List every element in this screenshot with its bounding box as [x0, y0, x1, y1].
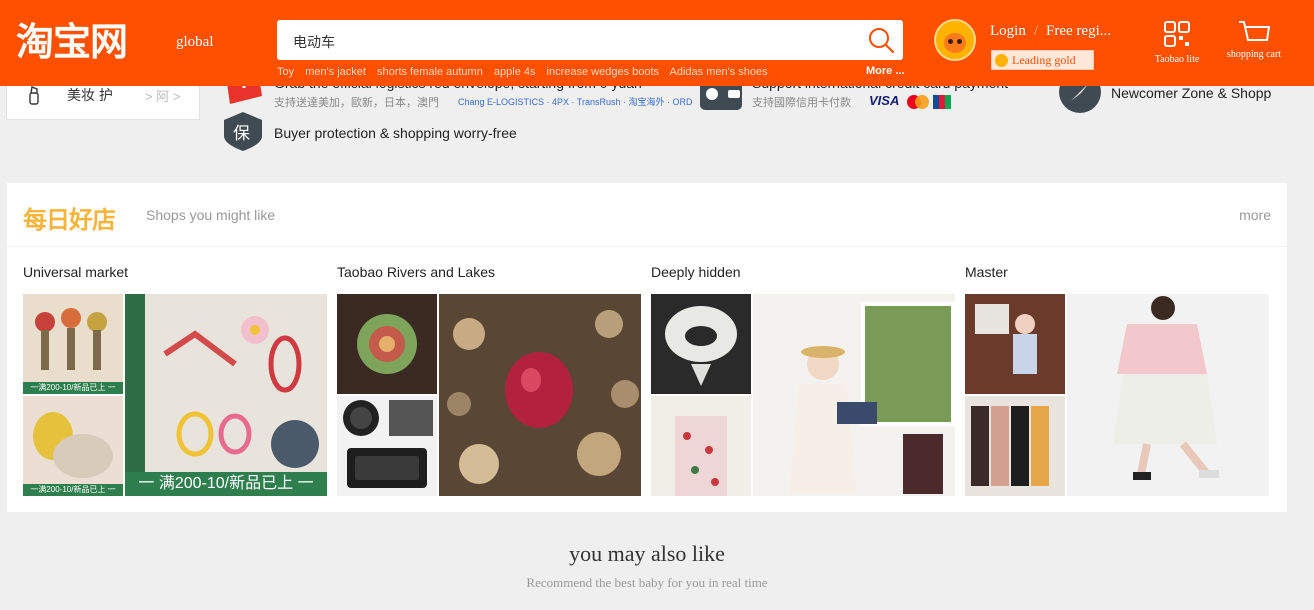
shop-main-image[interactable] [753, 294, 955, 496]
hot-word[interactable]: apple 4s [494, 66, 536, 78]
shop-card[interactable]: Universal market 一满200-10/新品已上 一 一满200-1… [23, 247, 327, 512]
shops-more-link[interactable]: more [1239, 207, 1271, 223]
taobao-lite-link[interactable]: Taobao lite [1150, 20, 1204, 65]
newcomer-link[interactable]: Newcomer Zone & Shopp [1111, 85, 1271, 101]
shop-thumbnail[interactable]: 一满200-10/新品已上 一 [23, 294, 123, 394]
login-register: Login / Free regi... [990, 23, 1111, 40]
top-header: 淘宝网 global 电动车 Toy men's jacket shorts f… [0, 0, 1314, 86]
product-image [651, 396, 751, 496]
hot-more-link[interactable]: More ... [866, 65, 905, 77]
login-link[interactable]: Login [990, 23, 1026, 39]
shop-card[interactable]: Deeply hidden [651, 247, 955, 512]
member-badge[interactable]: Leading gold [991, 50, 1094, 70]
lipstick-icon [29, 86, 39, 105]
category-label: 美妆 护 [67, 87, 113, 103]
cart-icon [1239, 21, 1271, 41]
daily-shops-section: 每日好店 Shops you might like more Universal… [7, 183, 1287, 512]
shop-card[interactable]: Master [965, 247, 1269, 512]
logistics-sub: 支持送達美加，歐新，日本，澳門 [274, 97, 439, 109]
shop-main-image[interactable] [1067, 294, 1269, 496]
mascot-eye [948, 39, 953, 44]
daily-shops-logo: 每日好店 [23, 206, 116, 234]
hot-search-words: Toy men's jacket shorts female autumn ap… [277, 66, 903, 80]
product-image [337, 396, 437, 496]
qr-code-icon [1164, 21, 1190, 47]
register-link[interactable]: Free regi... [1046, 23, 1111, 39]
product-image [965, 294, 1065, 394]
product-image [337, 294, 437, 394]
category-more[interactable]: > 阿 > [145, 86, 180, 105]
protection-icon-text: 保 [233, 124, 250, 144]
hot-word[interactable]: shorts female autumn [377, 66, 483, 78]
hot-word[interactable]: increase wedges boots [547, 66, 660, 78]
product-image [23, 294, 123, 394]
promo-strip: 一满200-10/新品已上 一 [23, 484, 123, 496]
logistics-logos: Chang E-LOGISTICS · 4PX · TransRush · 淘宝… [458, 97, 693, 107]
taobao-lite-label: Taobao lite [1154, 54, 1200, 65]
promo-strip: 一 满200-10/新品已上 一 [125, 472, 327, 496]
hot-word[interactable]: men's jacket [305, 66, 366, 78]
product-image [125, 294, 327, 496]
shop-main-image[interactable]: 一 满200-10/新品已上 一 [125, 294, 327, 496]
shop-card[interactable]: Taobao Rivers and Lakes [337, 247, 641, 512]
shop-thumbnail[interactable]: 一满200-10/新品已上 一 [23, 396, 123, 496]
badge-label: Leading gold [1012, 53, 1076, 67]
logo-subtitle: global [176, 34, 214, 50]
shopping-cart-link[interactable]: shopping cart [1226, 18, 1282, 62]
search-icon[interactable] [867, 26, 895, 54]
gold-coin-icon [995, 54, 1008, 67]
shop-thumbnail[interactable] [337, 396, 437, 496]
you-may-also-like-title: you may also like [569, 541, 725, 566]
product-image [23, 396, 123, 496]
shop-name[interactable]: Master [965, 264, 1008, 280]
cart-label: shopping cart [1226, 49, 1282, 60]
shop-thumbnail[interactable] [337, 294, 437, 394]
jcb-icon [932, 94, 951, 109]
shop-name[interactable]: Universal market [23, 264, 128, 280]
taobao-logo[interactable]: 淘宝网 [16, 20, 128, 64]
product-image [1067, 294, 1269, 496]
payment-sub: 支持國際信用卡付款 [752, 97, 851, 109]
you-may-also-like-subtitle: Recommend the best baby for you in real … [526, 575, 768, 590]
hot-word[interactable]: Adidas men's shoes [670, 66, 768, 78]
visa-logo: VISA [869, 93, 900, 108]
protection-title: Buyer protection & shopping worry-free [274, 125, 517, 141]
shop-name[interactable]: Taobao Rivers and Lakes [337, 264, 495, 280]
shops-header: 每日好店 Shops you might like more [7, 183, 1287, 247]
payment-logos: VISA [869, 93, 951, 109]
shop-thumbnail[interactable] [965, 294, 1065, 394]
shops-subtitle: Shops you might like [146, 207, 276, 223]
mascot-avatar[interactable] [934, 19, 976, 61]
promo-strip: 一满200-10/新品已上 一 [23, 382, 123, 394]
hot-word[interactable]: Toy [277, 66, 294, 78]
separator: / [1033, 23, 1039, 39]
search-input[interactable]: 电动车 [293, 32, 335, 52]
search-box[interactable]: 电动车 [277, 20, 903, 60]
shop-name[interactable]: Deeply hidden [651, 264, 741, 280]
shop-thumbnail[interactable] [965, 396, 1065, 496]
product-image [753, 294, 955, 496]
shop-thumbnail[interactable] [651, 294, 751, 394]
product-image [439, 294, 641, 496]
product-image [651, 294, 751, 394]
product-image [965, 396, 1065, 496]
mascot-eye [957, 39, 962, 44]
mascot-face [944, 33, 966, 53]
shop-thumbnail[interactable] [651, 396, 751, 496]
shop-main-image[interactable] [439, 294, 641, 496]
mastercard-icon [906, 94, 929, 109]
